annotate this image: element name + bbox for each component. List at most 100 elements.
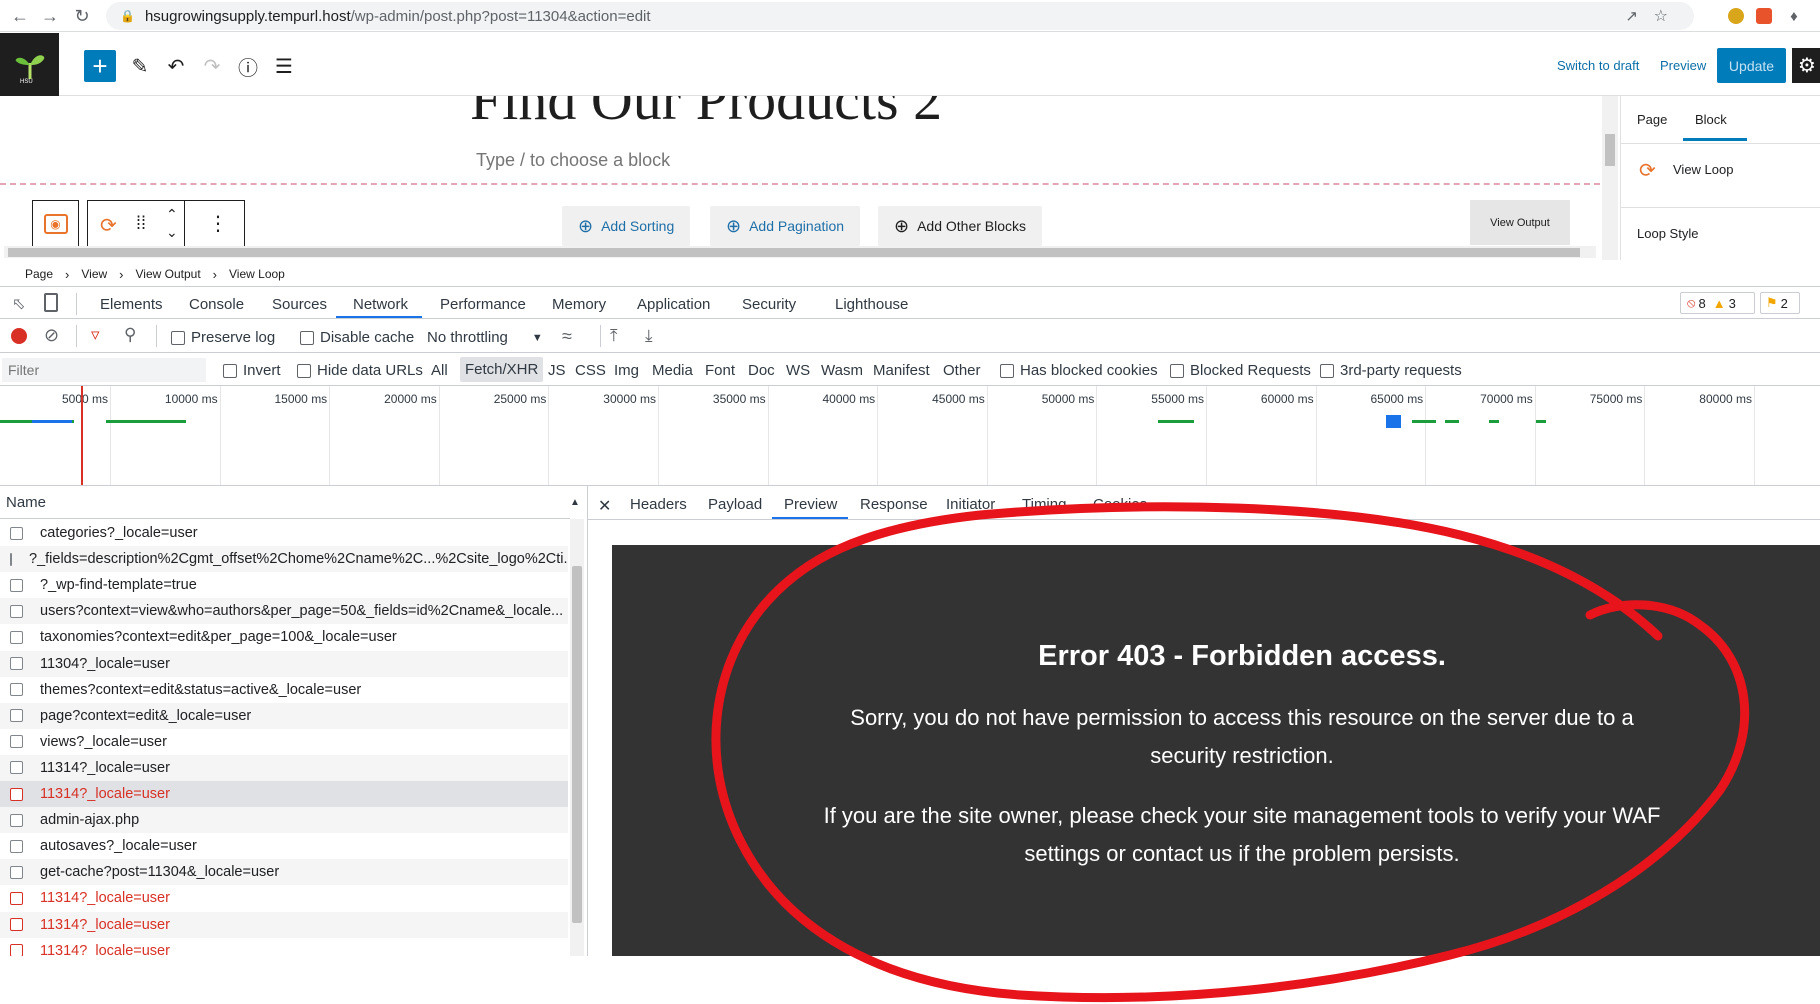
filter-input[interactable] [2, 358, 206, 382]
view-output-tag[interactable]: View Output [1470, 200, 1570, 245]
search-icon[interactable]: ⚲ [124, 325, 136, 345]
row-checkbox[interactable] [10, 552, 12, 566]
request-row[interactable]: 11314?_locale=user [0, 911, 568, 938]
add-other-blocks-button[interactable]: ⊕ Add Other Blocks [878, 206, 1043, 246]
row-checkbox[interactable] [10, 787, 23, 801]
tab-elements[interactable]: Elements [100, 296, 163, 313]
network-conditions-icon[interactable]: ≈ [562, 326, 572, 347]
breadcrumb-item[interactable]: View Loop [229, 267, 285, 281]
row-checkbox[interactable] [10, 709, 23, 723]
page-title[interactable]: Find Our Products 2 [470, 96, 942, 133]
tab-headers[interactable]: Headers [630, 496, 687, 513]
breadcrumb-item[interactable]: View [81, 267, 107, 281]
drag-handle-icon[interactable]: ⁞⁞ [136, 213, 146, 234]
more-options-icon[interactable]: ⋮ [208, 211, 228, 236]
tab-cookies[interactable]: Cookies [1093, 496, 1147, 513]
row-checkbox[interactable] [10, 526, 23, 540]
row-checkbox[interactable] [10, 578, 23, 592]
row-checkbox[interactable] [10, 839, 23, 853]
settings-gear-icon[interactable]: ⚙ [1792, 48, 1820, 83]
request-row[interactable]: 11314?_locale=user [0, 885, 568, 912]
block-placeholder[interactable]: Type / to choose a block [476, 150, 670, 171]
add-pagination-button[interactable]: ⊕ Add Pagination [710, 206, 861, 246]
filter-funnel-icon[interactable]: ▿ [91, 325, 100, 345]
switch-to-draft-button[interactable]: Switch to draft [1557, 58, 1639, 73]
third-party-requests-checkbox[interactable]: 3rd-party requests [1320, 362, 1462, 379]
request-row[interactable]: get-cache?post=11304&_locale=user [0, 859, 568, 886]
row-checkbox[interactable] [10, 865, 23, 879]
move-up-down-icon[interactable]: ⌃ ⌄ [166, 205, 178, 241]
tab-memory[interactable]: Memory [552, 296, 606, 313]
preserve-log-checkbox[interactable]: Preserve log [171, 329, 275, 346]
request-row[interactable]: themes?context=edit&status=active&_local… [0, 676, 568, 703]
tab-preview[interactable]: Preview [784, 496, 837, 513]
update-button[interactable]: Update [1717, 48, 1786, 83]
tab-timing[interactable]: Timing [1022, 496, 1066, 513]
hide-data-urls-checkbox[interactable]: Hide data URLs [297, 362, 423, 379]
tab-network[interactable]: Network [353, 296, 408, 313]
extensions-puzzle-icon[interactable]: ♦ [1782, 4, 1806, 28]
disable-cache-checkbox[interactable]: Disable cache [300, 329, 414, 346]
tab-block[interactable]: Block [1695, 112, 1727, 127]
type-filter-fetch-xhr[interactable]: Fetch/XHR [460, 357, 544, 382]
type-filter-media[interactable]: Media [652, 362, 693, 379]
network-overview-timeline[interactable]: 5000 ms 10000 ms 15000 ms 20000 ms 25000 ms 3… [0, 386, 1820, 486]
breadcrumb-item[interactable]: View Output [136, 267, 201, 281]
import-har-icon[interactable]: ⤒ [610, 326, 618, 346]
add-sorting-button[interactable]: ⊕ Add Sorting [562, 206, 691, 246]
invert-checkbox[interactable]: Invert [223, 362, 281, 379]
view-loop-icon[interactable]: ⟳ [100, 213, 117, 238]
console-counts[interactable]: ⦸ 8 ▲ 3 [1680, 292, 1755, 314]
preview-button[interactable]: Preview [1660, 58, 1706, 73]
tab-page[interactable]: Page [1637, 112, 1667, 127]
tab-security[interactable]: Security [742, 296, 796, 313]
scrollbar-thumb[interactable] [8, 248, 1580, 257]
export-har-icon[interactable]: ⤓ [645, 326, 653, 346]
request-row[interactable]: autosaves?_locale=user [0, 833, 568, 860]
row-checkbox[interactable] [10, 630, 23, 644]
clear-icon[interactable]: ⊘ [44, 325, 59, 346]
reload-icon[interactable]: ↻ [70, 4, 94, 28]
undo-icon[interactable]: ↶ [160, 50, 192, 82]
row-checkbox[interactable] [10, 891, 23, 905]
info-icon[interactable]: ⓘ [232, 50, 264, 82]
bookmark-star-icon[interactable]: ☆ [1654, 6, 1668, 26]
request-row[interactable]: page?context=edit&_locale=user [0, 702, 568, 729]
type-filter-js[interactable]: JS [548, 362, 566, 379]
has-blocked-cookies-checkbox[interactable]: Has blocked cookies [1000, 362, 1158, 379]
device-toolbar-icon[interactable] [44, 293, 58, 312]
back-icon[interactable]: ← [8, 4, 32, 28]
vertical-scrollbar[interactable] [1602, 96, 1618, 260]
site-logo[interactable]: HSU [0, 33, 59, 96]
row-checkbox[interactable] [10, 604, 23, 618]
type-filter-font[interactable]: Font [705, 362, 735, 379]
row-checkbox[interactable] [10, 813, 23, 827]
record-icon[interactable] [11, 328, 27, 344]
block-type-button[interactable]: ◉ [32, 200, 79, 248]
extension-icon[interactable] [1728, 8, 1744, 24]
pencil-tools-icon[interactable]: ✎ [124, 50, 156, 82]
type-filter-ws[interactable]: WS [786, 362, 810, 379]
share-icon[interactable]: ↗ [1625, 7, 1638, 25]
request-row[interactable]: 11314?_locale=user [0, 781, 568, 807]
request-row[interactable]: ?_fields=description%2Cgmt_offset%2Chome… [0, 546, 568, 573]
tab-application[interactable]: Application [637, 296, 710, 313]
request-row[interactable]: 11304?_locale=user [0, 650, 568, 677]
scrollbar-thumb[interactable] [572, 566, 582, 923]
request-row[interactable]: 11314?_locale=user [0, 754, 568, 781]
request-row[interactable]: 11314?_locale=user [0, 937, 568, 956]
type-filter-wasm[interactable]: Wasm [821, 362, 863, 379]
scrollbar-thumb[interactable] [1605, 134, 1615, 166]
blocked-requests-checkbox[interactable]: Blocked Requests [1170, 362, 1311, 379]
throttling-select[interactable]: No throttling ▼ [427, 329, 543, 346]
tab-sources[interactable]: Sources [272, 296, 327, 313]
row-checkbox[interactable] [10, 683, 23, 697]
type-filter-img[interactable]: Img [614, 362, 639, 379]
name-column-header[interactable]: Name ▲ [0, 486, 580, 519]
row-checkbox[interactable] [10, 657, 23, 670]
list-view-icon[interactable]: ☰ [268, 50, 300, 82]
breadcrumb-item[interactable]: Page [25, 267, 53, 281]
request-row[interactable]: taxonomies?context=edit&per_page=100&_lo… [0, 624, 568, 651]
extension-icon[interactable] [1756, 8, 1772, 24]
tab-payload[interactable]: Payload [708, 496, 762, 513]
